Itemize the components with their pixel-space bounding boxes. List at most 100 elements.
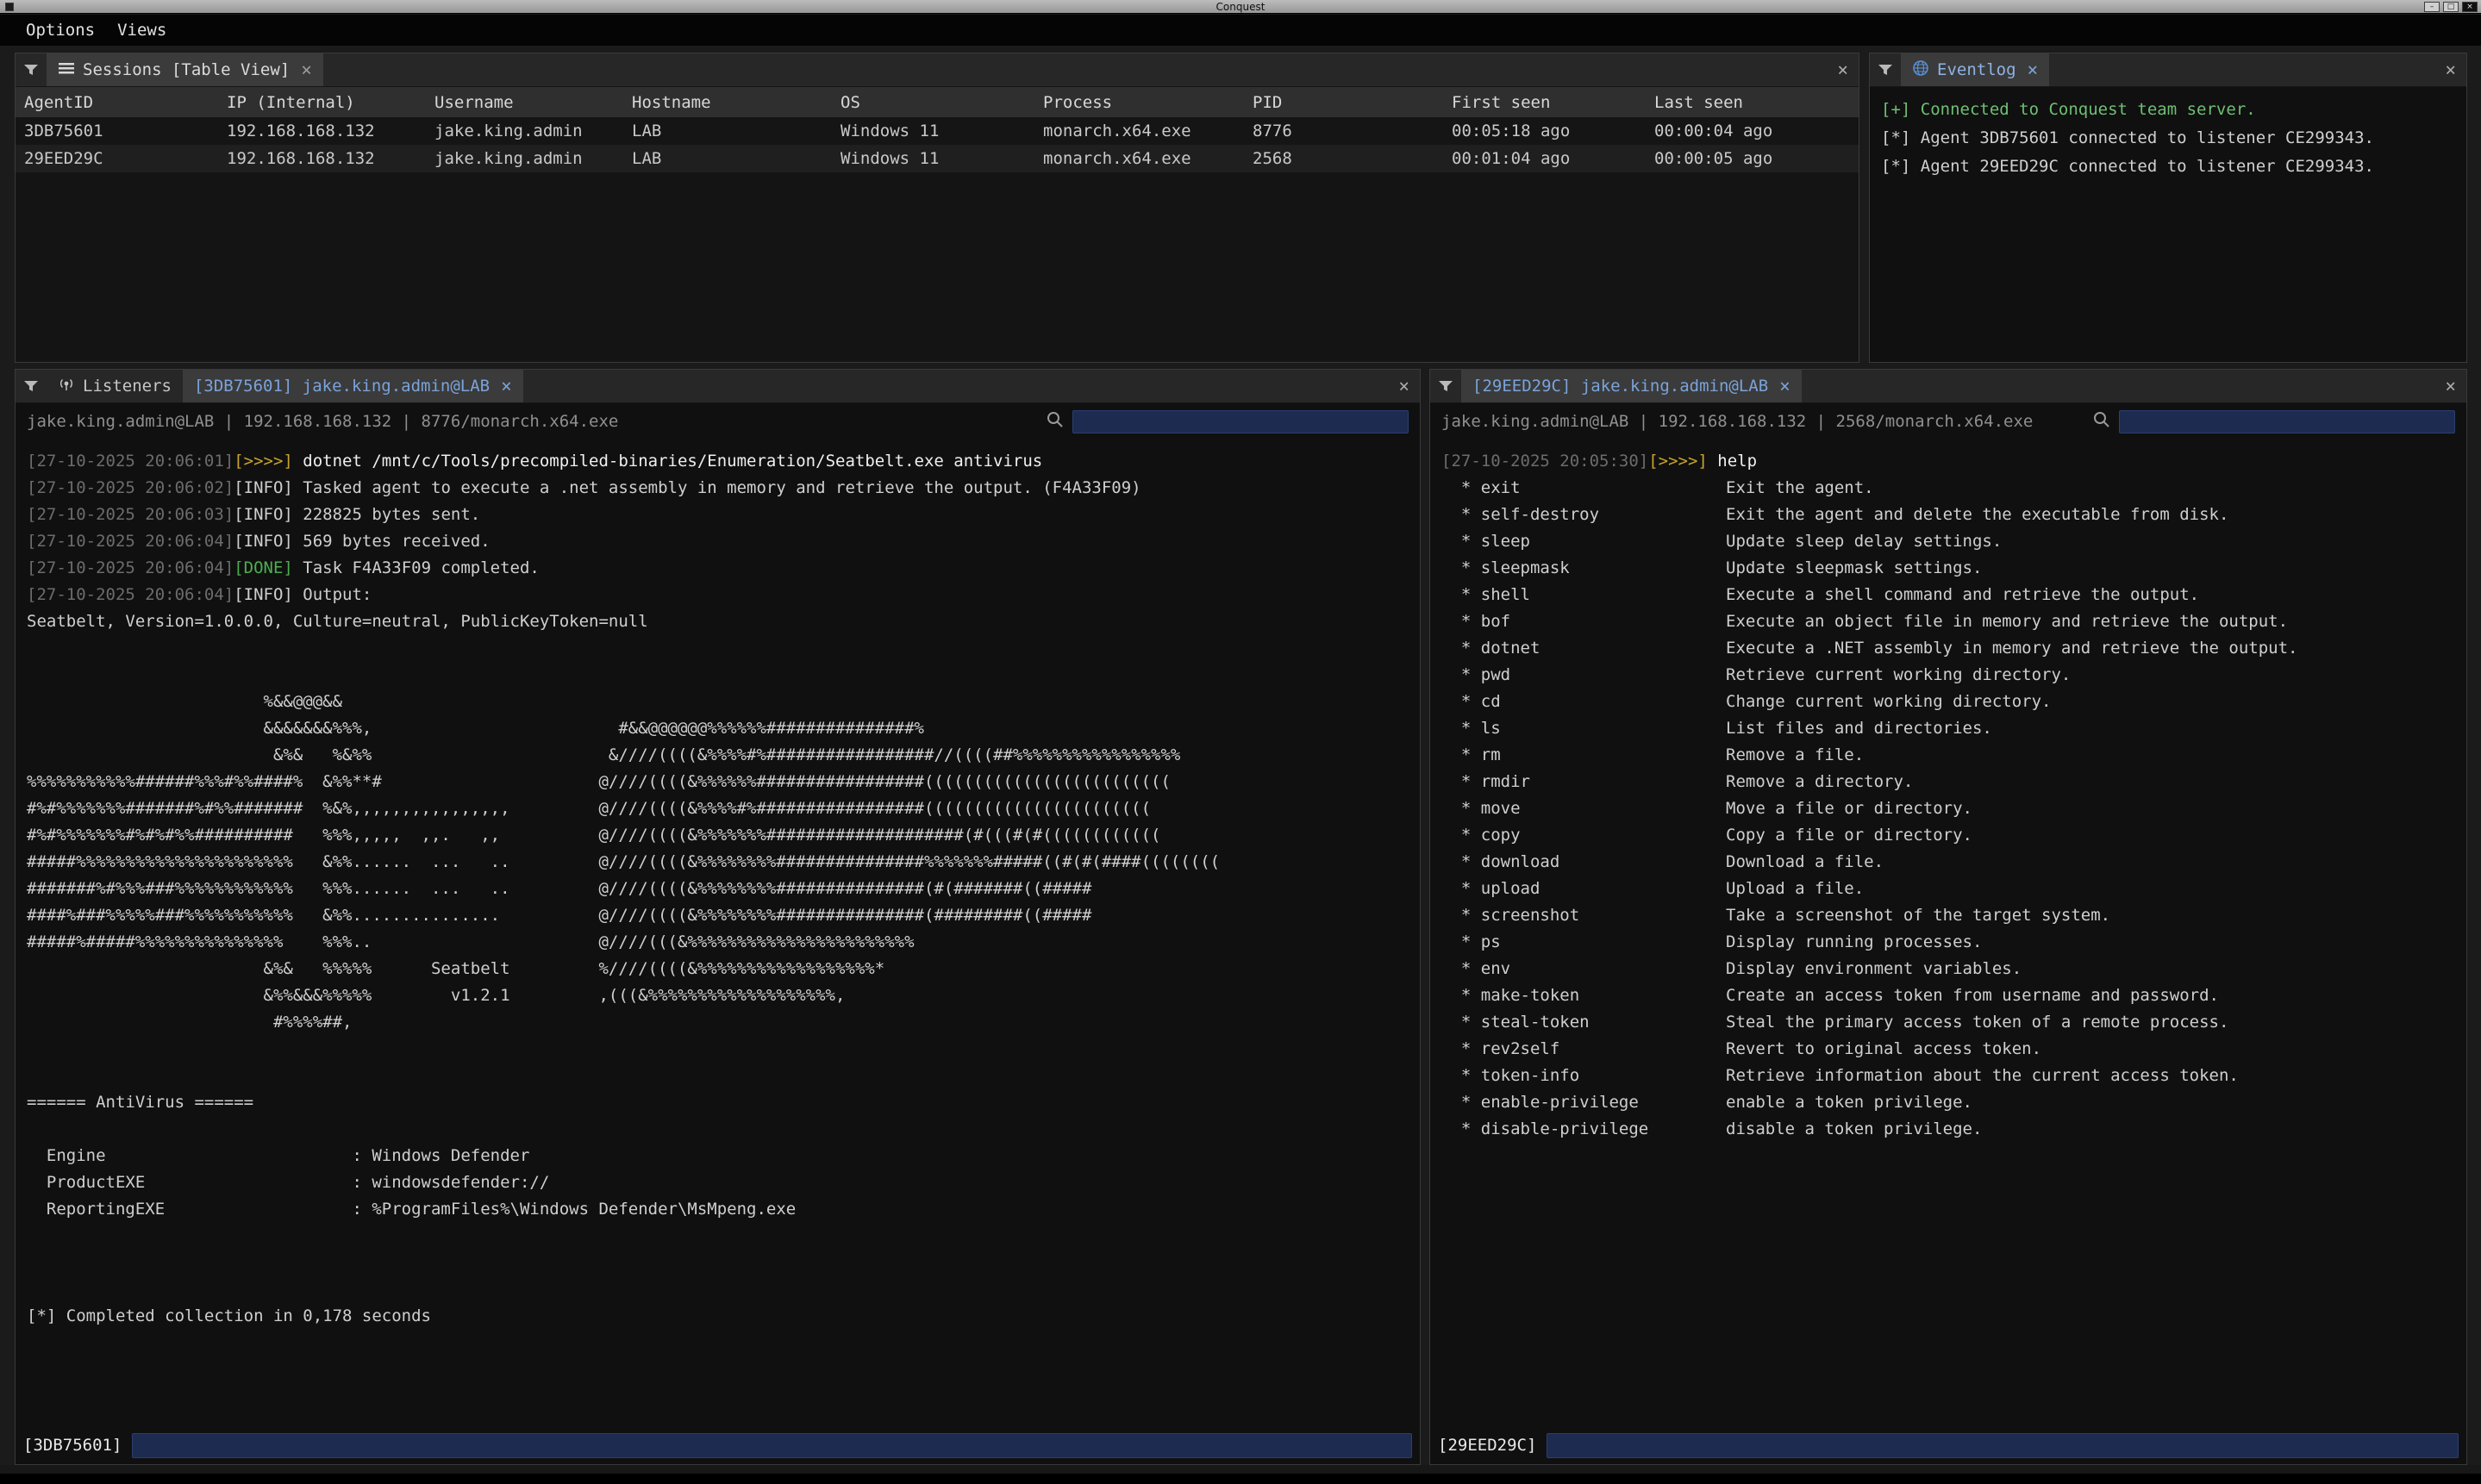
command-help-line: * psDisplay running processes. <box>1441 929 2455 956</box>
console-line: #####%#####%%%%%%%%%%%%%%% %%%.. @////((… <box>27 929 1409 956</box>
command-description: disable a token privilege. <box>1726 1119 1982 1138</box>
session-cell: 2568 <box>1244 145 1443 172</box>
tab-eventlog[interactable]: Eventlog × <box>1901 53 2049 86</box>
session-row[interactable]: 29EED29C192.168.168.132jake.king.adminLA… <box>16 145 1859 172</box>
command-description: Exit the agent. <box>1726 478 1874 497</box>
command-name: * token-info <box>1441 1063 1726 1089</box>
eventlog-panel: Eventlog × × [+] Connected to Conquest t… <box>1869 53 2467 363</box>
titlebar: Conquest – □ × <box>0 0 2481 14</box>
console-line: &%%&&&%%%%% v1.2.1 ,(((&%%%%%%%%%%%%%%%%… <box>27 982 1409 1009</box>
menu-options[interactable]: Options <box>26 21 95 40</box>
column-header[interactable]: Process <box>1034 87 1244 117</box>
column-header[interactable]: IP (Internal) <box>218 87 426 117</box>
console-line <box>27 1223 1409 1250</box>
console-search <box>1046 410 1409 433</box>
panel-close-icon[interactable]: × <box>1398 376 1409 396</box>
command-description: Display running processes. <box>1726 932 1982 951</box>
session-cell: 192.168.168.132 <box>218 145 426 172</box>
console-line: [27-10-2025 20:06:03][INFO] 228825 bytes… <box>27 502 1409 528</box>
command-description: Display environment variables. <box>1726 959 2022 978</box>
minimize-button[interactable]: – <box>2424 2 2440 12</box>
close-button[interactable]: × <box>2462 2 2478 12</box>
filter-icon[interactable] <box>1870 63 1901 77</box>
tab-close-icon[interactable]: × <box>501 376 512 396</box>
command-description: Revert to original access token. <box>1726 1039 2041 1058</box>
command-description: Execute a .NET assembly in memory and re… <box>1726 639 2297 658</box>
console-line <box>27 635 1409 662</box>
console-line: %&&@@@&& <box>27 689 1409 715</box>
command-description: Remove a directory. <box>1726 772 1913 791</box>
column-header[interactable]: First seen <box>1443 87 1646 117</box>
command-description: Take a screenshot of the target system. <box>1726 906 2110 925</box>
column-header[interactable]: Username <box>426 87 623 117</box>
column-header[interactable]: PID <box>1244 87 1443 117</box>
maximize-button[interactable]: □ <box>2443 2 2459 12</box>
command-help-line: * uploadUpload a file. <box>1441 876 2455 902</box>
eventlog-text: Connected to Conquest team server. <box>1910 100 2255 119</box>
command-name: * steal-token <box>1441 1009 1726 1036</box>
command-name: * shell <box>1441 582 1726 608</box>
menu-views[interactable]: Views <box>117 21 166 40</box>
command-name: * copy <box>1441 822 1726 849</box>
command-description: Steal the primary access token of a remo… <box>1726 1013 2228 1032</box>
panel-close-icon[interactable]: × <box>2445 376 2456 396</box>
command-description: Copy a file or directory. <box>1726 826 1972 845</box>
session-cell: 00:05:18 ago <box>1443 117 1646 145</box>
console-line <box>27 1116 1409 1143</box>
listener-icon <box>58 377 75 396</box>
console-line: #%#%%%%%%%#%#%#%%########## %%%,,,,, ,,.… <box>27 822 1409 849</box>
tab-agent-29EED29C[interactable]: [29EED29C] jake.king.admin@LAB × <box>1461 370 1802 402</box>
session-row[interactable]: 3DB75601192.168.168.132jake.king.adminLA… <box>16 117 1859 145</box>
console-line: #%%%%##, <box>27 1009 1409 1036</box>
command-description: Change current working directory. <box>1726 692 2052 711</box>
command-help-line: * rev2selfRevert to original access toke… <box>1441 1036 2455 1063</box>
command-help-line: * enable-privilegeenable a token privile… <box>1441 1089 2455 1116</box>
column-header[interactable]: Last seen <box>1646 87 1859 117</box>
filter-icon[interactable] <box>16 63 47 77</box>
screen-bottom-edge <box>0 1474 2481 1484</box>
column-header[interactable]: Hostname <box>623 87 832 117</box>
session-cell: Windows 11 <box>832 117 1034 145</box>
console-body: jake.king.admin@LAB | 192.168.168.132 | … <box>1430 403 2466 1464</box>
command-description: Execute a shell command and retrieve the… <box>1726 585 2199 604</box>
console-line: Seatbelt, Version=1.0.0.0, Culture=neutr… <box>27 608 1409 635</box>
tab-sessions[interactable]: Sessions [Table View] × <box>47 53 323 86</box>
command-name: * env <box>1441 956 1726 982</box>
command-description: Update sleepmask settings. <box>1726 558 1982 577</box>
command-name: * download <box>1441 849 1726 876</box>
tab-agent-3DB75601[interactable]: [3DB75601] jake.king.admin@LAB × <box>183 370 523 402</box>
command-input[interactable] <box>1547 1433 2459 1458</box>
command-description: Upload a file. <box>1726 879 1864 898</box>
command-help-line: * envDisplay environment variables. <box>1441 956 2455 982</box>
console-line: [27-10-2025 20:06:04][INFO] 569 bytes re… <box>27 528 1409 555</box>
column-header[interactable]: OS <box>832 87 1034 117</box>
console-line: [27-10-2025 20:06:04][DONE] Task F4A33F0… <box>27 555 1409 582</box>
command-name: * upload <box>1441 876 1726 902</box>
tab-close-icon[interactable]: × <box>1779 376 1790 396</box>
column-header[interactable]: AgentID <box>16 87 218 117</box>
session-cell: monarch.x64.exe <box>1034 145 1244 172</box>
command-help-line: * copyCopy a file or directory. <box>1441 822 2455 849</box>
panel-close-icon[interactable]: × <box>1837 59 1848 80</box>
command-help-line: * token-infoRetrieve information about t… <box>1441 1063 2455 1089</box>
eventlog-line: [*] Agent 29EED29C connected to listener… <box>1881 153 2455 181</box>
console-search-input[interactable] <box>1072 410 1409 433</box>
console-search-input[interactable] <box>2119 410 2455 433</box>
session-cell: jake.king.admin <box>426 145 623 172</box>
tab-listeners[interactable]: Listeners <box>47 370 183 402</box>
command-input[interactable] <box>132 1433 1412 1458</box>
command-help-line: * cdChange current working directory. <box>1441 689 2455 715</box>
console-meta-bar: jake.king.admin@LAB | 192.168.168.132 | … <box>1430 403 2466 440</box>
prompt-label: [3DB75601] <box>23 1436 122 1455</box>
panel-close-icon[interactable]: × <box>2445 59 2456 80</box>
session-cell: 00:00:05 ago <box>1646 145 1859 172</box>
command-name: * sleepmask <box>1441 555 1726 582</box>
command-help-line: * bofExecute an object file in memory an… <box>1441 608 2455 635</box>
agent-console-panel-right: [29EED29C] jake.king.admin@LAB × × jake.… <box>1429 369 2467 1465</box>
eventlog-line: [+] Connected to Conquest team server. <box>1881 96 2455 124</box>
filter-icon[interactable] <box>16 379 47 393</box>
command-help-line: * dotnetExecute a .NET assembly in memor… <box>1441 635 2455 662</box>
tab-close-icon[interactable]: × <box>2028 59 2039 80</box>
filter-icon[interactable] <box>1430 379 1461 393</box>
tab-close-icon[interactable]: × <box>301 59 312 80</box>
